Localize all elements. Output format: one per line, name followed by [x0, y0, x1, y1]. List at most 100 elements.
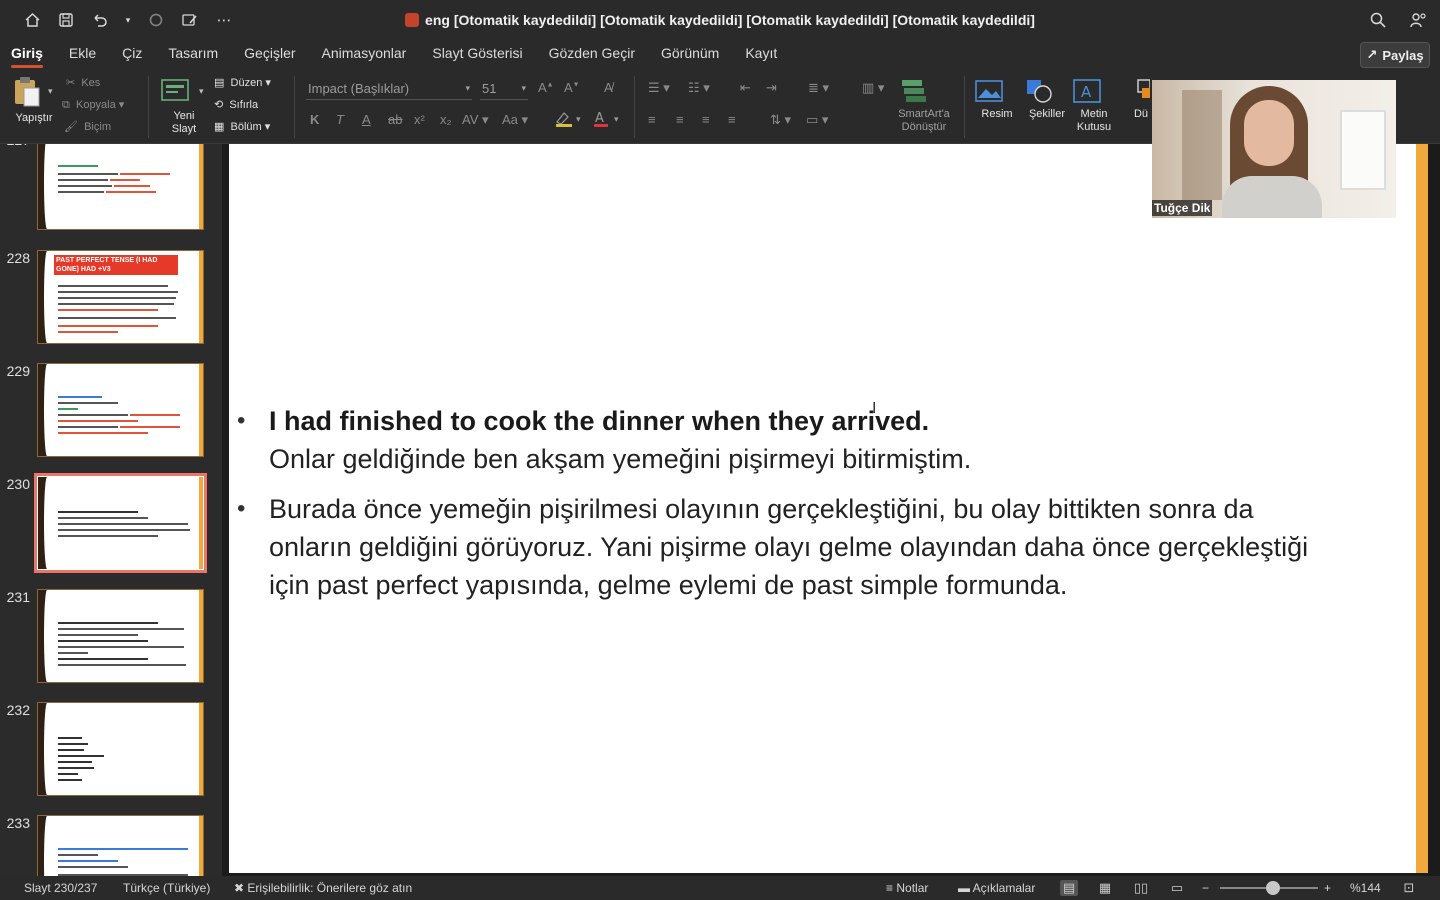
thumbnail-item[interactable]: 231: [0, 587, 222, 687]
notes-button[interactable]: ≡ Notlar: [886, 876, 928, 900]
slide-sorter-icon[interactable]: ▦: [1096, 880, 1114, 896]
strikethrough-icon[interactable]: ab: [388, 112, 402, 127]
section-button[interactable]: ▦ Bölüm ▾: [214, 120, 270, 133]
cut-button[interactable]: ✂ Kes: [66, 76, 100, 89]
decrease-indent-icon[interactable]: ⇤: [740, 80, 751, 96]
video-call-tile[interactable]: Tuğçe Dik: [1152, 80, 1396, 218]
copy-icon: ⧉: [62, 99, 70, 111]
align-right-icon[interactable]: ≡: [702, 112, 710, 127]
more-icon[interactable]: ⋯: [214, 10, 234, 30]
numbering-icon[interactable]: ☷ ▾: [688, 80, 710, 96]
slide-thumbnail-227[interactable]: [37, 144, 204, 230]
font-name-select[interactable]: Impact (Başlıklar) ▾: [306, 78, 472, 100]
tab-ciz[interactable]: Çiz: [122, 40, 142, 70]
layout-button[interactable]: ▤ Düzen ▾: [214, 76, 271, 89]
slide-thumbnail-230[interactable]: [34, 473, 207, 573]
slide-thumbnail-231[interactable]: [37, 589, 204, 683]
slide-thumbnail-233[interactable]: [37, 815, 204, 876]
tab-gorunum[interactable]: Görünüm: [661, 40, 719, 70]
thumbnail-item[interactable]: 230: [0, 473, 222, 574]
slide-thumbnail-229[interactable]: [37, 363, 204, 457]
subscript-icon[interactable]: x₂: [440, 112, 452, 127]
smartart-label-2: Dönüştür: [901, 121, 947, 133]
picture-button[interactable]: Resim: [974, 78, 1020, 121]
paste-dropdown-icon[interactable]: ▾: [48, 86, 53, 97]
language-indicator[interactable]: Türkçe (Türkiye): [123, 876, 210, 900]
highlight-color-icon[interactable]: ▾: [554, 110, 584, 128]
zoom-slider-handle[interactable]: [1266, 881, 1280, 895]
normal-view-icon[interactable]: ▤: [1060, 880, 1078, 896]
smartart-convert-button[interactable]: SmartArt'a Dönüştür: [892, 78, 956, 134]
undo-dropdown-icon[interactable]: ▾: [124, 10, 132, 30]
slide-thumbnail-228[interactable]: PAST PERFECT TENSE (I HAD GONE) HAD +V3: [37, 250, 204, 344]
align-text-icon[interactable]: ▭ ▾: [806, 112, 828, 128]
slide-content-placeholder[interactable]: I had finished to cook the dinner when t…: [237, 402, 1387, 604]
thumbnail-number: 229: [6, 363, 30, 379]
search-icon[interactable]: [1368, 10, 1388, 30]
thumbnail-item[interactable]: 228 PAST PERFECT TENSE (I HAD GONE) HAD …: [0, 248, 222, 348]
slideshow-icon[interactable]: ▭: [1168, 880, 1186, 896]
redo-icon[interactable]: [146, 10, 166, 30]
new-slide-button[interactable]: Yeni Slayt: [160, 76, 208, 136]
italic-icon[interactable]: T: [336, 112, 344, 127]
bold-icon[interactable]: K: [310, 112, 319, 127]
reset-button[interactable]: ⟲ Sıfırla: [214, 98, 258, 111]
home-icon[interactable]: [22, 10, 42, 30]
new-slide-dropdown-icon[interactable]: ▾: [199, 86, 204, 97]
thumbnail-item[interactable]: 229: [0, 361, 222, 461]
tab-tasarim[interactable]: Tasarım: [168, 40, 218, 70]
format-painter-button[interactable]: 🖌 Biçim: [64, 120, 111, 133]
tab-gozden-gecir[interactable]: Gözden Geçir: [549, 40, 635, 70]
bullets-icon[interactable]: ☰ ▾: [648, 80, 670, 96]
save-icon[interactable]: [56, 10, 76, 30]
textbox-label-2: Kutusu: [1076, 121, 1112, 133]
undo-icon[interactable]: [90, 10, 110, 30]
reading-view-icon[interactable]: ▯▯: [1132, 880, 1150, 896]
textbox-button[interactable]: A Metin Kutusu: [1072, 78, 1116, 134]
account-icon[interactable]: [1408, 10, 1428, 30]
shapes-button[interactable]: Şekiller: [1024, 78, 1070, 121]
copy-button[interactable]: ⧉ Kopyala ▾: [62, 98, 124, 112]
tab-gecisler[interactable]: Geçişler: [244, 40, 295, 70]
line-spacing-icon[interactable]: ≣ ▾: [808, 80, 829, 96]
font-color-icon[interactable]: A ▾: [592, 110, 622, 128]
tab-kayit[interactable]: Kayıt: [745, 40, 777, 70]
comments-button[interactable]: ▬ Açıklamalar: [958, 876, 1035, 900]
change-case-icon[interactable]: Aa ▾: [502, 112, 528, 128]
share-button[interactable]: ↗ Paylaş: [1360, 42, 1430, 68]
character-spacing-icon[interactable]: AV ▾: [462, 112, 489, 128]
align-left-icon[interactable]: ≡: [648, 112, 656, 127]
text-direction-icon[interactable]: ⇅ ▾: [770, 112, 791, 128]
justify-icon[interactable]: ≡: [728, 112, 736, 127]
thumbnail-item[interactable]: 227: [0, 144, 222, 236]
thumbnail-item[interactable]: 233: [0, 813, 222, 876]
font-size-select[interactable]: 51 ▾: [480, 78, 528, 100]
clear-formatting-icon[interactable]: A̸: [604, 80, 613, 95]
paste-button[interactable]: Yapıştır: [12, 76, 56, 125]
bullet-item: Burada önce yemeğin pişirilmesi olayının…: [237, 490, 1387, 604]
fit-to-window-icon[interactable]: ⊡: [1400, 880, 1418, 896]
zoom-out-button[interactable]: −: [1202, 876, 1209, 900]
tab-slayt-gosterisi[interactable]: Slayt Gösterisi: [432, 40, 522, 70]
zoom-in-button[interactable]: +: [1324, 876, 1331, 900]
customize-icon[interactable]: [180, 10, 200, 30]
tab-ekle[interactable]: Ekle: [69, 40, 96, 70]
increase-font-icon[interactable]: A▲: [538, 80, 554, 95]
slide-thumbnails-pane[interactable]: 227 228 PAST PERFECT TENSE (I HAD GONE) …: [0, 144, 222, 876]
increase-indent-icon[interactable]: ⇥: [766, 80, 777, 96]
slide-thumbnail-232[interactable]: [37, 702, 204, 796]
superscript-icon[interactable]: x²: [414, 112, 425, 127]
decrease-font-icon[interactable]: A▼: [564, 80, 580, 95]
accessibility-button[interactable]: ✖ Erişilebilirlik: Önerilere göz atın: [234, 876, 412, 900]
tab-giris[interactable]: Giriş: [11, 40, 43, 70]
underline-icon[interactable]: A: [362, 112, 371, 127]
columns-icon[interactable]: ▥ ▾: [862, 80, 884, 96]
arrange-button[interactable]: Dü: [1132, 78, 1150, 121]
bullet-text: Burada önce yemeğin pişirilmesi olayının…: [269, 494, 1254, 524]
zoom-level[interactable]: %144: [1350, 876, 1381, 900]
thumbnail-item[interactable]: 232: [0, 700, 222, 800]
tab-animasyonlar[interactable]: Animasyonlar: [322, 40, 407, 70]
current-slide[interactable]: I had finished to cook the dinner when t…: [229, 144, 1428, 873]
align-center-icon[interactable]: ≡: [676, 112, 684, 127]
ribbon-separator: [964, 76, 965, 138]
